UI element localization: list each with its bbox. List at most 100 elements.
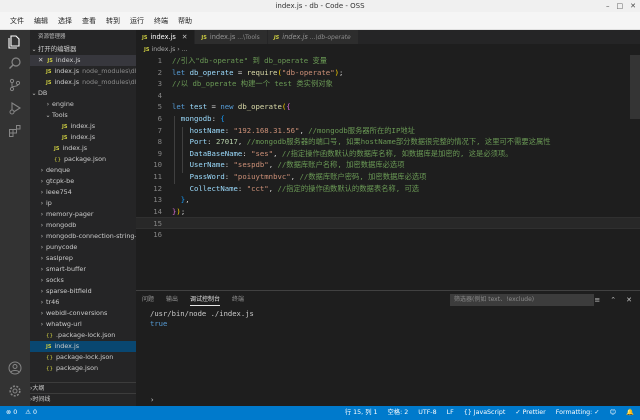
chevron-right-icon: › — [40, 288, 44, 295]
menu-help[interactable]: 帮助 — [178, 16, 192, 26]
files-icon[interactable] — [7, 34, 23, 50]
tree-folder[interactable]: › punycode — [30, 242, 136, 253]
tree-folder[interactable]: › ip — [30, 198, 136, 209]
code-line[interactable]: 4 — [136, 90, 640, 102]
code-line[interactable]: 8 Port: 27017, //mongodb服务器的端口号, 如果hostN… — [136, 136, 640, 148]
tree-folder[interactable]: › denque — [30, 165, 136, 176]
js-file-icon: JS — [46, 80, 52, 86]
prettier-status[interactable]: ✓ Prettier — [515, 406, 545, 420]
clear-console-icon[interactable]: ≡ — [594, 296, 600, 304]
tree-folder[interactable]: › smart-buffer — [30, 264, 136, 275]
search-icon[interactable] — [7, 55, 23, 71]
end-of-line[interactable]: LF — [447, 406, 454, 420]
warnings-indicator[interactable]: ⚠ 0 — [25, 406, 37, 420]
tree-folder[interactable]: ⌄Tools — [30, 110, 136, 121]
tab-terminal[interactable]: 终端 — [232, 294, 244, 306]
tree-folder[interactable]: › whatwg-url — [30, 319, 136, 330]
folder-header-db[interactable]: ⌄DB — [30, 88, 136, 99]
indentation[interactable]: 空格: 2 — [388, 406, 409, 420]
tree-file[interactable]: JS index.js — [30, 341, 136, 352]
encoding[interactable]: UTF-8 — [418, 406, 436, 420]
open-editors-header[interactable]: ⌄打开的编辑器 — [30, 44, 136, 55]
timeline-section[interactable]: ›时间线 — [30, 393, 136, 404]
code-line[interactable]: 1 //引入"db-operate" 到 db_operate 变量 — [136, 55, 640, 67]
tree-folder[interactable]: › mongodb-connection-string-... — [30, 231, 136, 242]
breadcrumb-symbol[interactable]: ... — [182, 46, 188, 53]
code-line[interactable]: 3 //以 db_operate 构建一个 test 类实例对象 — [136, 78, 640, 90]
source-control-icon[interactable] — [7, 77, 23, 93]
tree-item-label: webidl-conversions — [46, 309, 108, 317]
tree-folder[interactable]: › webidl-conversions — [30, 308, 136, 319]
menu-terminal[interactable]: 终端 — [154, 16, 168, 26]
minimize-button[interactable]: – — [606, 2, 610, 10]
code-editor[interactable]: 1 //引入"db-operate" 到 db_operate 变量 2 let db… — [136, 55, 640, 290]
feedback-icon[interactable]: ☺ — [610, 406, 617, 420]
tab-debug-console[interactable]: 调试控制台 — [190, 294, 221, 306]
menu-edit[interactable]: 编辑 — [34, 16, 48, 26]
console-prompt-icon[interactable]: › — [150, 395, 154, 404]
run-debug-icon[interactable] — [7, 100, 23, 116]
code-line[interactable]: 10 UserName: "sespdb", //数据库账户名称, 加密数据库必… — [136, 159, 640, 171]
tree-folder[interactable]: › mongodb — [30, 220, 136, 231]
editor-tab[interactable]: JS index.js ...\Tools — [195, 30, 268, 44]
tree-file[interactable]: JS index.js — [30, 132, 136, 143]
open-editor-item[interactable]: JSindex.jsnode_modules\db... — [30, 66, 136, 77]
tree-folder[interactable]: › gtcpk-be — [30, 176, 136, 187]
code-line[interactable]: 7 hostName: "192.168.31.56", //mongodb服务… — [136, 125, 640, 137]
close-panel-icon[interactable]: ✕ — [626, 296, 632, 304]
open-editor-item[interactable]: ✕ JS index.js — [30, 55, 136, 66]
cursor-position[interactable]: 行 15, 列 1 — [345, 406, 378, 420]
tree-folder[interactable]: › sparse-bitfield — [30, 286, 136, 297]
menu-go[interactable]: 转到 — [106, 16, 120, 26]
code-line[interactable]: 5 let test = new db_operate({ — [136, 101, 640, 113]
editor-scrollbar[interactable] — [630, 55, 640, 119]
extensions-icon[interactable] — [7, 123, 23, 139]
tab-problems[interactable]: 问题 — [142, 294, 154, 306]
code-line[interactable]: 15 — [136, 217, 640, 229]
code-line[interactable]: 6 mongodb: { — [136, 113, 640, 125]
tree-folder[interactable]: › ieee754 — [30, 187, 136, 198]
tree-folder[interactable]: › saslprep — [30, 253, 136, 264]
tree-folder[interactable]: › socks — [30, 275, 136, 286]
close-window-button[interactable]: ✕ — [630, 2, 636, 10]
tree-folder[interactable]: › tr46 — [30, 297, 136, 308]
maximize-panel-icon[interactable]: ⌃ — [610, 296, 616, 304]
settings-gear-icon[interactable] — [7, 383, 23, 399]
code-line[interactable]: 16 — [136, 229, 640, 241]
tree-file[interactable]: {} package.json — [30, 154, 136, 165]
menu-run[interactable]: 运行 — [130, 16, 144, 26]
menu-selection[interactable]: 选择 — [58, 16, 72, 26]
tree-file[interactable]: JS index.js — [30, 143, 136, 154]
close-icon[interactable]: ✕ — [182, 33, 188, 41]
menu-view[interactable]: 查看 — [82, 16, 96, 26]
tree-folder[interactable]: › memory-pager — [30, 209, 136, 220]
tree-file[interactable]: JS index.js — [30, 121, 136, 132]
formatting-status[interactable]: Formatting: ✓ — [556, 406, 600, 420]
language-mode[interactable]: {} JavaScript — [464, 406, 506, 420]
account-icon[interactable] — [7, 360, 23, 376]
tree-folder[interactable]: › engine — [30, 99, 136, 110]
errors-indicator[interactable]: ⊗ 0 — [6, 406, 17, 420]
code-line[interactable]: 2 let db_operate = require("db-operate"); — [136, 67, 640, 79]
code-line[interactable]: 14}); — [136, 206, 640, 218]
open-editor-item[interactable]: JSindex.jsnode_modules\db... — [30, 77, 136, 88]
code-line[interactable]: 9 DataBaseName: "ses", //指定操作函数默认的数据库名称,… — [136, 148, 640, 160]
editor-tab[interactable]: JS index.js ...\db-operate — [267, 30, 359, 44]
editor-tab[interactable]: JS index.js ✕ — [136, 30, 196, 44]
filter-input[interactable]: 筛选器(例如 text、!exclude) — [450, 294, 594, 306]
code-line[interactable]: 13 }, — [136, 194, 640, 206]
menu-file[interactable]: 文件 — [10, 16, 24, 26]
code-line[interactable]: 11 PassWord: "poiuytmnbvc", //数据库账户密码, 加… — [136, 171, 640, 183]
tree-file[interactable]: {} package-lock.json — [30, 352, 136, 363]
tree-file[interactable]: {} .package-lock.json — [30, 330, 136, 341]
notifications-bell-icon[interactable]: 🔔 — [626, 406, 634, 420]
js-file-icon: JS — [62, 135, 68, 141]
maximize-button[interactable]: □ — [617, 2, 624, 10]
outline-section[interactable]: ›大纲 — [30, 382, 136, 393]
tree-item-label: punycode — [46, 243, 78, 251]
breadcrumb-file[interactable]: index.js — [151, 46, 175, 53]
close-icon[interactable]: ✕ — [38, 56, 43, 64]
tree-file[interactable]: {} package.json — [30, 363, 136, 374]
code-line[interactable]: 12 CollectName: "cct", //指定的操作函数默认的数据表名称… — [136, 183, 640, 195]
tab-output[interactable]: 输出 — [166, 294, 178, 306]
